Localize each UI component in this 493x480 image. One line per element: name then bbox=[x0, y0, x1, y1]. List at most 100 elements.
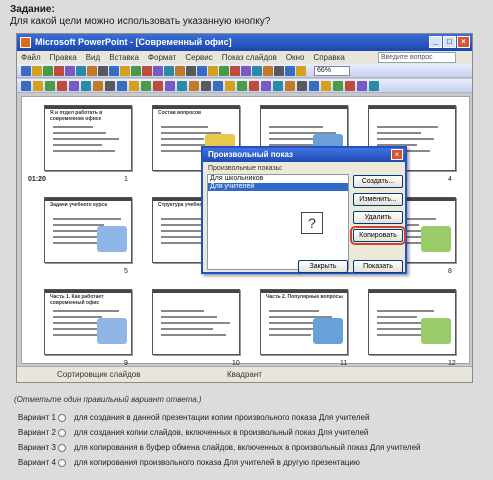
toolbar-button-icon[interactable] bbox=[225, 81, 235, 91]
toolbar-button-icon[interactable] bbox=[237, 81, 247, 91]
toolbar-button-icon[interactable] bbox=[285, 81, 295, 91]
dialog-close-icon[interactable]: × bbox=[391, 149, 403, 160]
toolbar-button-icon[interactable] bbox=[186, 66, 196, 76]
menu-item[interactable]: Сервис bbox=[185, 51, 212, 64]
powerpoint-screenshot: Microsoft PowerPoint - [Современный офис… bbox=[16, 33, 473, 383]
toolbar-button-icon[interactable] bbox=[81, 81, 91, 91]
menu-item[interactable]: Вид bbox=[86, 51, 100, 64]
toolbar-button-icon[interactable] bbox=[33, 81, 43, 91]
radio-button[interactable] bbox=[58, 428, 66, 437]
toolbar-button-icon[interactable] bbox=[213, 81, 223, 91]
menu-item[interactable]: Окно bbox=[286, 51, 305, 64]
toolbar-button-icon[interactable] bbox=[87, 66, 97, 76]
toolbar-button-icon[interactable] bbox=[230, 66, 240, 76]
toolbar-button-icon[interactable] bbox=[153, 66, 163, 76]
toolbar-button-icon[interactable] bbox=[285, 66, 295, 76]
toolbar-button-icon[interactable] bbox=[117, 81, 127, 91]
slide-number: 8 bbox=[448, 268, 452, 275]
toolbar-button-icon[interactable] bbox=[65, 66, 75, 76]
toolbar-button-icon[interactable] bbox=[252, 66, 262, 76]
slide-thumbnail[interactable]: Часть 2. Популярные вопросы bbox=[260, 289, 348, 355]
slide-thumbnail[interactable]: Я и отдел работать в современном офисе bbox=[44, 105, 132, 171]
create-button[interactable]: Создать... bbox=[353, 175, 403, 188]
toolbar-button-icon[interactable] bbox=[345, 81, 355, 91]
delete-button[interactable]: Удалить bbox=[353, 211, 403, 224]
menu-item[interactable]: Правка bbox=[50, 51, 77, 64]
toolbar-button-icon[interactable] bbox=[141, 81, 151, 91]
toolbar-button-icon[interactable] bbox=[249, 81, 259, 91]
menu-item[interactable]: Справка bbox=[313, 51, 344, 64]
menu-item[interactable]: Вставка bbox=[109, 51, 139, 64]
toolbar-button-icon[interactable] bbox=[261, 81, 271, 91]
toolbar-button-icon[interactable] bbox=[241, 66, 251, 76]
radio-button[interactable] bbox=[58, 413, 66, 422]
slide-text-line bbox=[161, 230, 202, 232]
toolbar-button-icon[interactable] bbox=[93, 81, 103, 91]
toolbar-button-icon[interactable] bbox=[69, 81, 79, 91]
list-item-selected[interactable]: Для учителей bbox=[208, 183, 348, 191]
toolbar-button-icon[interactable] bbox=[45, 81, 55, 91]
toolbar-button-icon[interactable] bbox=[98, 66, 108, 76]
radio-button[interactable] bbox=[58, 443, 66, 452]
slide-thumbnail[interactable]: Задачи учебного курса bbox=[44, 197, 132, 263]
toolbar-button-icon[interactable] bbox=[219, 66, 229, 76]
menu-item[interactable]: Показ слайдов bbox=[222, 51, 277, 64]
toolbar-button-icon[interactable] bbox=[333, 81, 343, 91]
copy-button[interactable]: Копировать bbox=[350, 226, 406, 245]
toolbar-button-icon[interactable] bbox=[153, 81, 163, 91]
answer-option[interactable]: Вариант 3 для копирования в буфер обмена … bbox=[18, 440, 421, 455]
answer-option[interactable]: Вариант 4 для копирования произвольного п… bbox=[18, 455, 421, 470]
answer-text: для создания в данной презентации копии … bbox=[74, 413, 370, 422]
slide-thumbnail[interactable] bbox=[152, 289, 240, 355]
toolbar-button-icon[interactable] bbox=[120, 66, 130, 76]
toolbar-button-icon[interactable] bbox=[208, 66, 218, 76]
slide-title bbox=[374, 110, 452, 122]
close-icon[interactable]: × bbox=[457, 36, 470, 48]
answer-option[interactable]: Вариант 2 для создания копии слайдов, вкл… bbox=[18, 425, 421, 440]
toolbar-button-icon[interactable] bbox=[369, 81, 379, 91]
toolbar-button-icon[interactable] bbox=[164, 66, 174, 76]
toolbar-button-icon[interactable] bbox=[297, 81, 307, 91]
toolbar-button-icon[interactable] bbox=[109, 66, 119, 76]
radio-button[interactable] bbox=[58, 458, 66, 467]
toolbar-button-icon[interactable] bbox=[76, 66, 86, 76]
close-button[interactable]: Закрыть bbox=[298, 260, 348, 273]
toolbar-button-icon[interactable] bbox=[21, 66, 31, 76]
toolbar-button-icon[interactable] bbox=[165, 81, 175, 91]
toolbar-button-icon[interactable] bbox=[357, 81, 367, 91]
list-item[interactable]: Для школьников bbox=[208, 175, 348, 183]
menu-item[interactable]: Формат bbox=[148, 51, 176, 64]
toolbar-button-icon[interactable] bbox=[57, 81, 67, 91]
toolbar-button-icon[interactable] bbox=[189, 81, 199, 91]
toolbar-button-icon[interactable] bbox=[54, 66, 64, 76]
toolbar-button-icon[interactable] bbox=[175, 66, 185, 76]
menu-item[interactable]: Файл bbox=[21, 51, 41, 64]
toolbar-button-icon[interactable] bbox=[21, 81, 31, 91]
toolbar-button-icon[interactable] bbox=[131, 66, 141, 76]
toolbar-button-icon[interactable] bbox=[321, 81, 331, 91]
toolbar-button-icon[interactable] bbox=[201, 81, 211, 91]
toolbar-button-icon[interactable] bbox=[274, 66, 284, 76]
toolbar-button-icon[interactable] bbox=[105, 81, 115, 91]
toolbar-button-icon[interactable] bbox=[273, 81, 283, 91]
toolbar-button-icon[interactable] bbox=[197, 66, 207, 76]
slide-thumbnail[interactable] bbox=[368, 289, 456, 355]
minimize-icon[interactable]: _ bbox=[429, 36, 442, 48]
show-button[interactable]: Показать bbox=[353, 260, 403, 273]
edit-button[interactable]: Изменить... bbox=[353, 193, 403, 206]
answer-option[interactable]: Вариант 1 для создания в данной презентац… bbox=[18, 410, 421, 425]
toolbar-button-icon[interactable] bbox=[129, 81, 139, 91]
help-input[interactable]: Введите вопрос bbox=[378, 52, 456, 63]
toolbar-button-icon[interactable] bbox=[309, 81, 319, 91]
toolbar-button-icon[interactable] bbox=[263, 66, 273, 76]
maximize-icon[interactable]: □ bbox=[443, 36, 456, 48]
slide-thumbnail[interactable]: Часть 1. Как работает современный офис bbox=[44, 289, 132, 355]
toolbar-button-icon[interactable] bbox=[296, 66, 306, 76]
zoom-select[interactable]: 66% bbox=[314, 66, 350, 76]
toolbar-button-icon[interactable] bbox=[177, 81, 187, 91]
slide-text-line bbox=[53, 316, 102, 318]
custom-show-list[interactable]: Для школьников Для учителей bbox=[207, 174, 349, 270]
toolbar-button-icon[interactable] bbox=[43, 66, 53, 76]
toolbar-button-icon[interactable] bbox=[142, 66, 152, 76]
toolbar-button-icon[interactable] bbox=[32, 66, 42, 76]
